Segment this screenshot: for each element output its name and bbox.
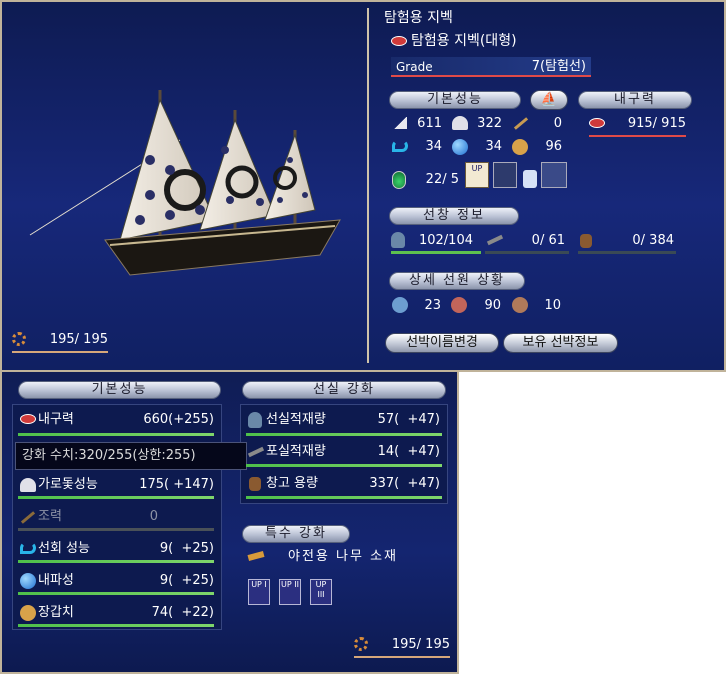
- upgrade-slot-3-icon[interactable]: UP III: [310, 579, 332, 605]
- owned-ships-button[interactable]: 보유 선박정보: [503, 333, 618, 353]
- detail-value-3: 10: [544, 298, 561, 313]
- cargo-bar: [578, 251, 676, 254]
- row-oar-value: 0: [149, 509, 158, 524]
- row-turn-value: 9( +25): [159, 541, 214, 556]
- row-oar-bar: [18, 528, 214, 531]
- grade-underline: [391, 75, 591, 77]
- armor-row-icon: [20, 605, 36, 621]
- row-durability-label: 내구력: [38, 412, 74, 427]
- tab-crew-detail[interactable]: 상세 선원 상황: [389, 272, 525, 290]
- row-cabin-cannon-label: 포실적재량: [266, 444, 326, 459]
- ship-title: 탐험용 지벡: [384, 10, 453, 26]
- tab-cabin-upgrade[interactable]: 선실 강화: [242, 381, 446, 399]
- equipment-count: 22/ 5: [425, 172, 459, 187]
- wave-icon: [452, 139, 468, 155]
- ship-view-button[interactable]: ⛵: [530, 90, 568, 110]
- turn-value: 34: [425, 139, 442, 154]
- horizontal-sail-row-icon: [20, 478, 36, 492]
- horizontal-sail-value: 322: [477, 116, 502, 131]
- row-turn-bar: [18, 560, 214, 563]
- durability-value: 915/ 915: [627, 116, 686, 131]
- gunner-icon: [451, 297, 467, 313]
- special-item-label: 야전용 나무 소재: [288, 549, 398, 564]
- grade-label: Grade: [396, 60, 433, 74]
- crew-value: 102/104: [418, 233, 473, 248]
- speed-underline: [12, 351, 108, 353]
- detail-value-1: 23: [424, 298, 441, 313]
- turn-icon: [392, 140, 408, 152]
- eye-icon: [391, 36, 407, 46]
- upgrade-tooltip: 강화 수치:320/255(상한:255): [15, 442, 247, 470]
- wave-row-icon: [20, 573, 36, 589]
- row-cabin-cargo-bar: [246, 496, 442, 499]
- equipment-icon: [392, 171, 406, 189]
- row-armor-label: 장갑치: [38, 605, 74, 620]
- rename-ship-button[interactable]: 선박이름변경: [385, 333, 499, 353]
- durability-underline: [589, 135, 686, 137]
- tab-bottom-basic[interactable]: 기본성능: [18, 381, 221, 399]
- cargo-icon: [580, 234, 592, 248]
- row-cabin-cannon-bar: [246, 464, 442, 467]
- bottom-helm-icon: [354, 637, 368, 651]
- soldier-icon: [512, 297, 528, 313]
- vertical-sail-icon: [393, 117, 407, 129]
- row-durability-bar: [18, 433, 214, 436]
- oar-value: 0: [553, 116, 562, 131]
- row-horizontal-sail-value: 175( +147): [139, 477, 214, 492]
- cabin-cargo-icon: [249, 477, 261, 491]
- tab-special-upgrade[interactable]: 특수 강화: [242, 525, 350, 543]
- ship-subtitle: 탐험용 지벡(대형): [411, 33, 517, 49]
- armor-value: 96: [545, 139, 562, 154]
- tab-basic-performance[interactable]: 기본성능: [389, 91, 521, 109]
- cannon-value: 0/ 61: [531, 233, 565, 248]
- detail-value-2: 90: [484, 298, 501, 313]
- row-armor-value: 74( +22): [151, 605, 214, 620]
- row-horizontal-sail-label: 가로돛성능: [38, 477, 98, 492]
- upgrade-slot-1-icon[interactable]: UP I: [248, 579, 270, 605]
- ship-upgrade-icon[interactable]: [541, 162, 567, 188]
- ship-illustration: [29, 90, 341, 276]
- vertical-sail-value: 611: [417, 116, 442, 131]
- row-armor-bar: [18, 624, 214, 627]
- potion-icon[interactable]: [523, 170, 537, 188]
- grade-value: 7(탐험선): [531, 59, 586, 74]
- panel-divider: [367, 8, 369, 363]
- bottom-speed-value: 195/ 195: [391, 637, 450, 652]
- row-wave-bar: [18, 592, 214, 595]
- row-wave-label: 내파성: [38, 573, 74, 588]
- row-cabin-cannon-value: 14( +47): [377, 444, 440, 459]
- row-cabin-crew-label: 선실적재량: [266, 412, 326, 427]
- cargo-value: 0/ 384: [632, 233, 674, 248]
- row-cabin-cargo-value: 337( +47): [369, 476, 440, 491]
- cannon-bar: [485, 251, 569, 254]
- bottom-speed-underline: [354, 656, 450, 658]
- gear-icon[interactable]: [493, 162, 517, 188]
- row-horizontal-sail-bar: [18, 496, 214, 499]
- crew-icon: [391, 232, 405, 248]
- tab-cabin-info[interactable]: 선창 정보: [389, 207, 519, 225]
- sailor-icon: [392, 297, 408, 313]
- cabin-crew-icon: [248, 412, 262, 428]
- row-durability-value: 660(+255): [143, 412, 214, 427]
- durability-icon: [589, 118, 605, 128]
- wave-value: 34: [485, 139, 502, 154]
- helm-icon: [12, 332, 26, 346]
- horizontal-sail-icon: [452, 116, 468, 130]
- armor-icon: [512, 139, 528, 155]
- upgrade-up-icon[interactable]: UP: [465, 162, 489, 188]
- row-wave-value: 9( +25): [159, 573, 214, 588]
- row-turn-label: 선회 성능: [38, 541, 90, 556]
- upgrade-slot-2-icon[interactable]: UP II: [279, 579, 301, 605]
- row-oar-label: 조력: [38, 509, 62, 524]
- tab-durability[interactable]: 내구력: [578, 91, 692, 109]
- row-cabin-crew-value: 57( +47): [377, 412, 440, 427]
- row-cabin-cargo-label: 창고 용량: [266, 476, 318, 491]
- crew-bar: [391, 251, 481, 254]
- speed-value: 195/ 195: [49, 332, 108, 347]
- turn-row-icon: [20, 542, 36, 554]
- row-cabin-crew-bar: [246, 433, 442, 436]
- durability-row-icon: [20, 414, 36, 424]
